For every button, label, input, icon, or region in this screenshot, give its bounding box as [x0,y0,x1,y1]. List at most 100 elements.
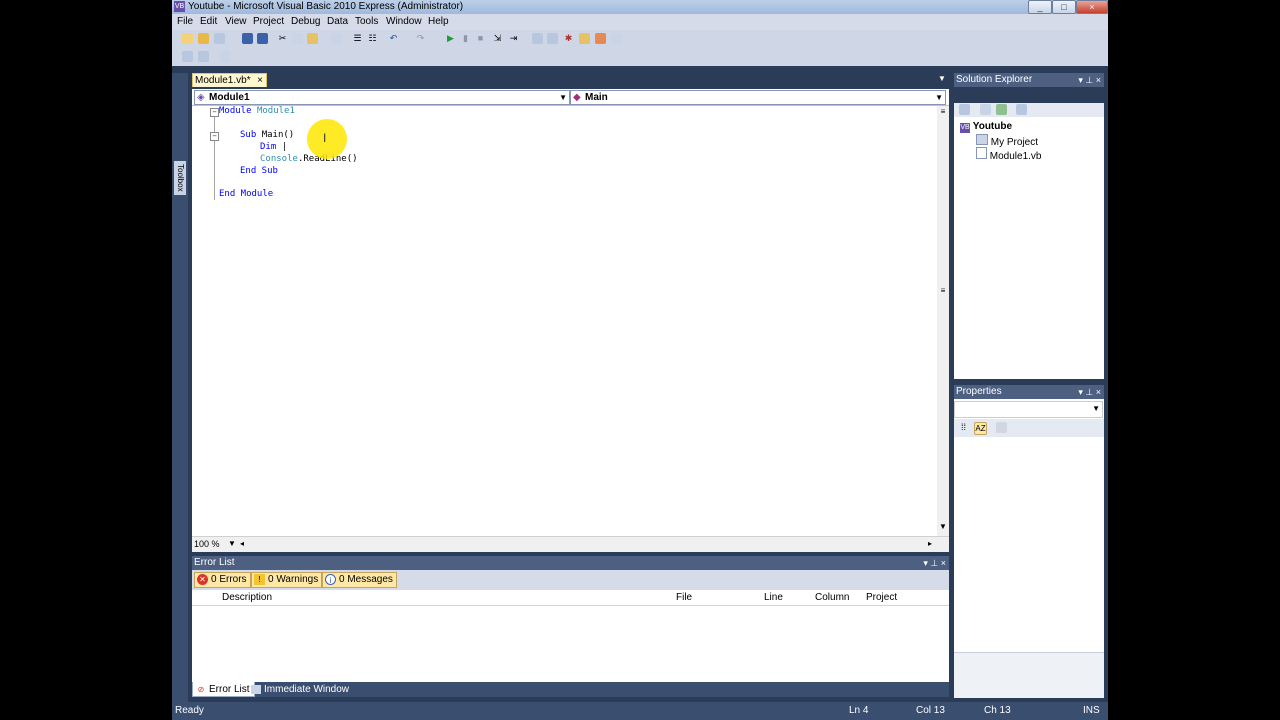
text-editor-toolbar [172,48,1108,66]
show-all-files-icon[interactable] [980,104,991,115]
tree-item-label: Module1.vb [989,151,1042,162]
immediate-window-icon [251,685,261,694]
pause-icon[interactable]: ▮ [460,33,471,44]
project-name: Youtube [972,121,1013,132]
tab-immediate-window[interactable]: Immediate Window [248,682,353,697]
type-dropdown-value: Module1 [209,92,250,103]
scroll-right-icon[interactable]: ▸ [928,539,932,548]
keyword: Module [219,106,252,116]
vb-express-window: VB Youtube - Microsoft Visual Basic 2010… [172,0,1108,720]
messages-filter-button[interactable]: i 0 Messages [322,572,397,588]
uncomment-icon[interactable]: ☷ [367,33,378,44]
parameter-info-icon[interactable] [198,51,209,62]
cut-icon[interactable]: ✂ [277,33,288,44]
member-list-icon[interactable] [182,51,193,62]
properties-icon[interactable] [959,104,970,115]
scroll-thumb[interactable]: ≡ [938,286,948,296]
step-over-icon[interactable]: ⇥ [508,33,519,44]
properties-title[interactable]: Properties ▾ ⊥ × [954,385,1104,399]
object-selector[interactable]: ▼ [954,401,1103,418]
add-item-icon[interactable] [214,33,225,44]
info-icon: i [325,574,336,585]
close-button[interactable]: × [1076,0,1108,14]
save-icon[interactable] [242,33,253,44]
alphabetical-icon[interactable]: AZ [974,422,987,435]
warning-icon: ! [254,574,265,585]
split-icon[interactable]: ≡ [938,107,948,117]
redo-icon[interactable]: ↷ [415,33,426,44]
title-bar: VB Youtube - Microsoft Visual Basic 2010… [172,0,1108,14]
find-icon[interactable] [331,33,342,44]
tab-close-icon[interactable]: × [257,74,263,87]
options-icon[interactable] [611,33,622,44]
copy-icon[interactable] [292,33,303,44]
vb-app-icon[interactable]: VB [174,1,185,12]
collapse-sub-icon[interactable]: − [210,132,219,141]
vertical-scrollbar[interactable]: ≡ ≡ ▼ [937,106,949,536]
step-into-icon[interactable]: ⇲ [492,33,503,44]
toolbox-tab[interactable]: Toolbox [174,161,186,195]
toolbox-icon[interactable]: ✱ [563,33,574,44]
code-text-area[interactable]: − − Module Module1 Sub Main() Dim | Cons… [192,106,937,536]
warnings-filter-button[interactable]: ! 0 Warnings [251,572,323,588]
menu-data[interactable]: Data [327,14,348,30]
save-all-icon[interactable] [257,33,268,44]
tab-module1-vb[interactable]: Module1.vb* × [192,73,267,87]
col-description[interactable]: Description [222,591,272,605]
pin-icon[interactable]: ▾ ⊥ × [1078,385,1101,399]
pin-icon[interactable]: ▾ ⊥ × [1078,73,1101,87]
scroll-down-icon[interactable]: ▼ [938,522,948,532]
col-file[interactable]: File [676,591,692,605]
properties-window-icon[interactable] [547,33,558,44]
extension-manager-icon[interactable] [595,33,606,44]
chevron-down-icon[interactable]: ▼ [938,74,946,83]
menu-debug[interactable]: Debug [291,14,320,30]
menu-help[interactable]: Help [428,14,449,30]
zoom-dropdown-icon[interactable]: ▼ [228,539,236,548]
new-project-icon[interactable] [182,33,193,44]
zoom-level[interactable]: 100 % [194,539,220,549]
horizontal-scrollbar[interactable]: 100 % ▼ ◂ ▸ [192,536,949,552]
bookmark-icon[interactable] [220,51,231,62]
menu-edit[interactable]: Edit [200,14,217,30]
scroll-left-icon[interactable]: ◂ [240,539,244,548]
refresh-icon[interactable] [996,104,1007,115]
menu-view[interactable]: View [225,14,247,30]
solution-explorer-title[interactable]: Solution Explorer ▾ ⊥ × [954,73,1104,87]
error-list-title[interactable]: Error List ▾ ⊥ × [192,556,949,570]
maximize-button[interactable]: □ [1052,0,1076,14]
menu-file[interactable]: File [177,14,193,30]
errors-filter-button[interactable]: ✕ 0 Errors [194,572,251,588]
paste-icon[interactable] [307,33,318,44]
col-project[interactable]: Project [866,591,897,605]
tab-error-list[interactable]: ⊘ Error List [192,682,255,697]
stop-icon[interactable]: ■ [475,33,486,44]
open-icon[interactable] [198,33,209,44]
categorized-icon[interactable]: ⁞⁞ [958,422,969,433]
object-browser-icon[interactable] [579,33,590,44]
tree-item-module1[interactable]: Module1.vb [976,147,1041,162]
start-debugging-icon[interactable]: ▶ [445,33,456,44]
tree-item-my-project[interactable]: My Project [976,134,1038,148]
comment-icon[interactable]: ☰ [352,33,363,44]
member-dropdown[interactable]: ◆ Main ▼ [570,90,946,105]
chevron-down-icon: ▼ [1092,404,1100,413]
minimize-button[interactable]: _ [1028,0,1052,14]
tree-item-project[interactable]: VB Youtube [960,121,1012,133]
errors-count: 0 Errors [211,574,247,585]
collapse-module-icon[interactable]: − [210,108,219,117]
menu-project[interactable]: Project [253,14,284,30]
view-code-icon[interactable] [1016,104,1027,115]
keyword: End Sub [240,166,278,176]
menu-window[interactable]: Window [386,14,422,30]
col-column[interactable]: Column [815,591,849,605]
property-pages-icon[interactable] [996,422,1007,433]
type-dropdown[interactable]: ◈ Module1 ▼ [194,90,570,105]
pin-icon[interactable]: ▾ ⊥ × [923,556,946,570]
menu-tools[interactable]: Tools [355,14,378,30]
undo-icon[interactable]: ↶ [388,33,399,44]
solution-explorer: VB Youtube My Project Module1.vb [954,103,1104,379]
solution-explorer-icon[interactable] [532,33,543,44]
col-line[interactable]: Line [764,591,783,605]
status-char: Ch 13 [984,705,1011,716]
